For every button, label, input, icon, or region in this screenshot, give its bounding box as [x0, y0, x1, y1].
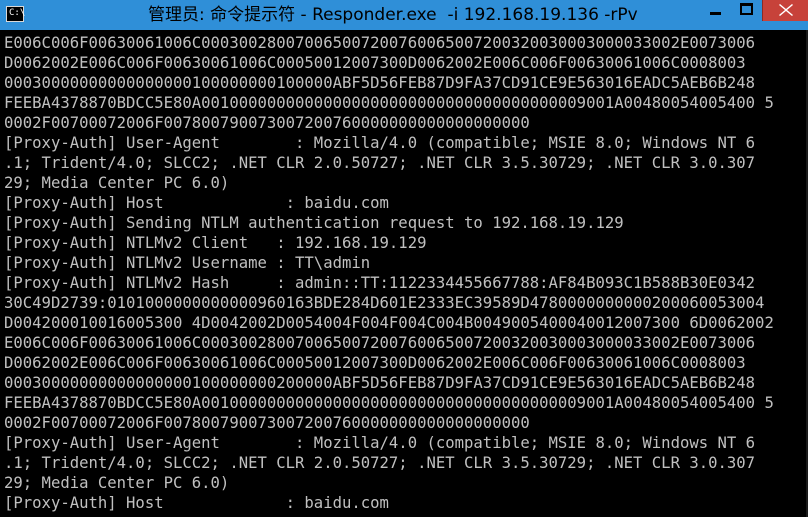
title-bar[interactable]: C:\ 管理员: 命令提示符 - Responder.exe -i 192.16… [0, 0, 808, 30]
console-line: [Proxy-Auth] NTLMv2 Client : 192.168.19.… [4, 234, 427, 252]
minimize-button[interactable] [700, 0, 731, 21]
console-line: D004200010016005300 4D0042002D0054004F00… [4, 314, 774, 332]
console-line: D0062002E006C006F00630061006C00050012007… [4, 54, 746, 72]
console-line: E006C006F00630061006C0003002800700650072… [4, 34, 756, 52]
console-line: E006C006F00630061006C0003002800700650072… [4, 334, 756, 352]
console-line: 00030000000000000000100000000100000ABF5D… [4, 74, 756, 92]
console-output[interactable]: E006C006F00630061006C0003002800700650072… [4, 33, 804, 517]
console-line: [Proxy-Auth] Sending NTLM authentication… [4, 214, 624, 232]
console-line: FEEBA4378870BDCC5E80A0010000000000000000… [4, 94, 774, 112]
console-line: 0002F00700072006F00780079007300720076000… [4, 114, 530, 132]
close-button[interactable] [762, 0, 808, 21]
console-line: FEEBA4378870BDCC5E80A0010000000000000000… [4, 394, 774, 412]
console-line: .1; Trident/4.0; SLCC2; .NET CLR 2.0.507… [4, 154, 756, 172]
window-title: 管理员: 命令提示符 - Responder.exe -i 192.168.19… [148, 5, 638, 25]
console-line: 29; Media Center PC 6.0) [4, 474, 230, 492]
console-line: [Proxy-Auth] User-Agent : Mozilla/4.0 (c… [4, 134, 756, 152]
console-line: [Proxy-Auth] User-Agent : Mozilla/4.0 (c… [4, 434, 756, 452]
console-window: C:\ 管理员: 命令提示符 - Responder.exe -i 192.16… [0, 0, 808, 517]
console-line: 0002F00700072006F00780079007300720076000… [4, 414, 530, 432]
maximize-icon [740, 3, 753, 15]
console-line: [Proxy-Auth] NTLMv2 Hash : admin::TT:112… [4, 274, 756, 292]
close-icon [779, 4, 793, 16]
console-line: .1; Trident/4.0; SLCC2; .NET CLR 2.0.507… [4, 454, 756, 472]
console-line: 30C49D2739:0101000000000000960163BDE284D… [4, 294, 765, 312]
console-line: D0062002E006C006F00630061006C00050012007… [4, 354, 746, 372]
cmd-prompt-glyph: C:\ [9, 8, 26, 18]
minimize-icon [710, 12, 721, 15]
maximize-button[interactable] [731, 0, 762, 21]
console-line: [Proxy-Auth] NTLMv2 Username : TT\admin [4, 254, 371, 272]
cmd-prompt-icon[interactable]: C:\ [6, 6, 26, 22]
console-line: [Proxy-Auth] Host : baidu.com [4, 494, 389, 512]
console-line: [Proxy-Auth] Host : baidu.com [4, 194, 389, 212]
console-line: 29; Media Center PC 6.0) [4, 174, 230, 192]
console-line: 00030000000000000000100000000200000ABF5D… [4, 374, 756, 392]
